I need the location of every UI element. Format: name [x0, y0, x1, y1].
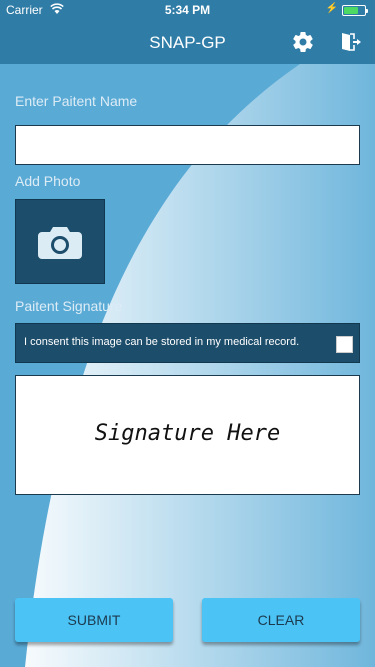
signature-pad[interactable]: Signature Here [15, 375, 360, 495]
patient-name-input[interactable] [15, 125, 360, 165]
app-title: SNAP-GP [149, 33, 226, 52]
battery-icon [342, 5, 368, 16]
add-photo-label: Add Photo [15, 173, 81, 189]
clock-time: 5:34 PM [164, 3, 211, 17]
status-bar: Carrier 5:34 PM ⚡ [0, 0, 375, 20]
consent-row: I consent this image can be stored in my… [15, 323, 360, 363]
charging-icon: ⚡ [325, 3, 338, 14]
consent-text: I consent this image can be stored in my… [24, 336, 300, 348]
battery-level [344, 7, 358, 14]
gear-icon[interactable] [291, 30, 315, 54]
patient-name-label: Enter Paitent Name [15, 93, 138, 109]
nav-bar: SNAP-GP [0, 20, 375, 64]
add-photo-button[interactable] [15, 199, 105, 284]
camera-icon [38, 226, 82, 259]
signature-placeholder: Signature Here [94, 421, 281, 446]
clear-button[interactable]: CLEAR [202, 598, 360, 642]
consent-checkbox[interactable] [336, 336, 353, 353]
logout-icon[interactable] [338, 30, 362, 54]
signature-label: Paitent Signature [15, 298, 123, 314]
submit-button[interactable]: SUBMIT [15, 598, 173, 642]
